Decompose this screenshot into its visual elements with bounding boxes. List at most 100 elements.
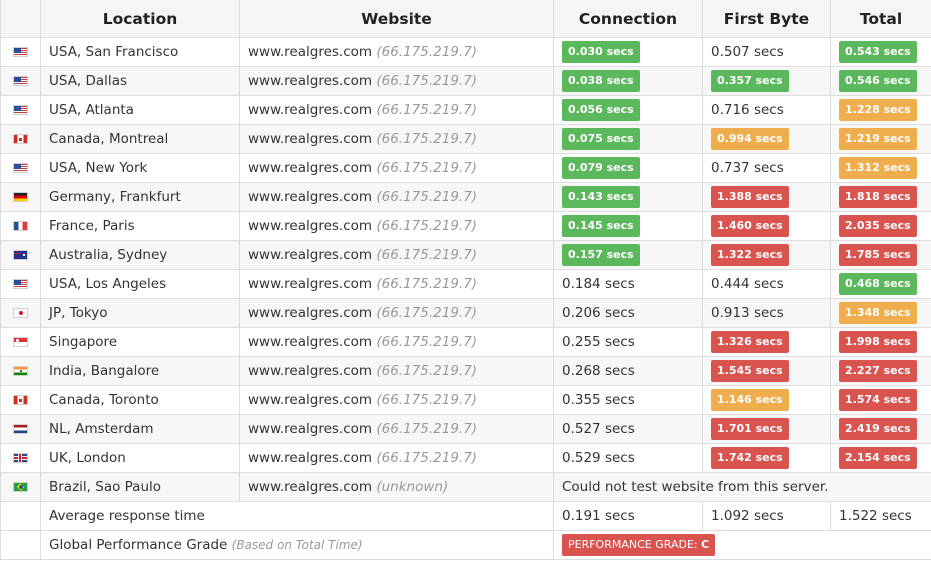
website-host[interactable]: www.realgres.com <box>248 102 372 118</box>
header-connection[interactable]: Connection <box>553 0 703 38</box>
total-cell: 0.543 secs <box>830 37 931 67</box>
website-host[interactable]: www.realgres.com <box>248 73 372 89</box>
first-byte-value: 0.507 secs <box>711 44 784 60</box>
flag-icon <box>13 482 28 492</box>
connection-value: 0.030 secs <box>562 41 640 63</box>
website-ip: (66.175.219.7) <box>376 44 478 60</box>
location-cell: India, Bangalore <box>40 356 240 386</box>
first-byte-cell: 0.357 secs <box>702 66 831 96</box>
website-host[interactable]: www.realgres.com <box>248 131 372 147</box>
total-cell: 1.348 secs <box>830 298 931 328</box>
grade-badge-cell: PERFORMANCE GRADE: C <box>553 530 931 560</box>
location-cell: USA, San Francisco <box>40 37 240 67</box>
flag-cell <box>0 153 41 183</box>
total-cell: 0.468 secs <box>830 269 931 299</box>
website-cell: www.realgres.com (66.175.219.7) <box>239 269 554 299</box>
website-ip: (66.175.219.7) <box>376 305 478 321</box>
website-cell: www.realgres.com (66.175.219.7) <box>239 153 554 183</box>
website-host[interactable]: www.realgres.com <box>248 392 372 408</box>
website-cell: www.realgres.com (66.175.219.7) <box>239 37 554 67</box>
connection-value: 0.056 secs <box>562 99 640 121</box>
flag-icon <box>13 76 28 86</box>
website-ip: (66.175.219.7) <box>376 421 478 437</box>
grade-label: Global Performance Grade <box>49 537 228 553</box>
first-byte-value: 0.913 secs <box>711 305 784 321</box>
website-host[interactable]: www.realgres.com <box>248 218 372 234</box>
header-row: Location Website Connection First Byte T… <box>0 0 931 38</box>
table-row: NL, Amsterdam www.realgres.com (66.175.21… <box>0 414 931 444</box>
connection-cell: 0.157 secs <box>553 240 703 270</box>
first-byte-value: 1.388 secs <box>711 186 789 208</box>
first-byte-cell: 0.444 secs <box>702 269 831 299</box>
connection-value: 0.255 secs <box>562 334 635 350</box>
total-value: 1.998 secs <box>839 331 917 353</box>
first-byte-value: 0.737 secs <box>711 160 784 176</box>
total-value: 0.546 secs <box>839 70 917 92</box>
header-website[interactable]: Website <box>239 0 554 38</box>
total-cell: 1.818 secs <box>830 182 931 212</box>
website-host[interactable]: www.realgres.com <box>248 334 372 350</box>
location-cell: Australia, Sydney <box>40 240 240 270</box>
total-value: 2.227 secs <box>839 360 917 382</box>
website-host[interactable]: www.realgres.com <box>248 305 372 321</box>
website-host[interactable]: www.realgres.com <box>248 479 372 495</box>
location-cell: NL, Amsterdam <box>40 414 240 444</box>
flag-icon <box>13 308 28 318</box>
flag-cell <box>0 211 41 241</box>
location-cell: Brazil, Sao Paulo <box>40 472 240 502</box>
grade-badge-label: PERFORMANCE GRADE: <box>568 538 698 551</box>
website-host[interactable]: www.realgres.com <box>248 363 372 379</box>
header-total[interactable]: Total <box>830 0 931 38</box>
header-first-byte[interactable]: First Byte <box>702 0 831 38</box>
first-byte-cell: 1.322 secs <box>702 240 831 270</box>
connection-cell: 0.206 secs <box>553 298 703 328</box>
connection-cell: 0.056 secs <box>553 95 703 125</box>
website-host[interactable]: www.realgres.com <box>248 160 372 176</box>
website-host[interactable]: www.realgres.com <box>248 421 372 437</box>
connection-value: 0.157 secs <box>562 244 640 266</box>
website-ip: (66.175.219.7) <box>376 102 478 118</box>
average-connection: 0.191 secs <box>553 501 703 531</box>
first-byte-value: 1.545 secs <box>711 360 789 382</box>
website-host[interactable]: www.realgres.com <box>248 450 372 466</box>
table-row: India, Bangalore www.realgres.com (66.175… <box>0 356 931 386</box>
location-cell: Canada, Montreal <box>40 124 240 154</box>
connection-cell: 0.255 secs <box>553 327 703 357</box>
table-row: Canada, Montreal www.realgres.com (66.175… <box>0 124 931 154</box>
website-cell: www.realgres.com (66.175.219.7) <box>239 124 554 154</box>
connection-cell: 0.079 secs <box>553 153 703 183</box>
connection-cell: 0.145 secs <box>553 211 703 241</box>
first-byte-cell: 0.507 secs <box>702 37 831 67</box>
website-host[interactable]: www.realgres.com <box>248 247 372 263</box>
flag-cell <box>0 298 41 328</box>
website-cell: www.realgres.com (66.175.219.7) <box>239 211 554 241</box>
location-cell: Canada, Toronto <box>40 385 240 415</box>
connection-cell: 0.527 secs <box>553 414 703 444</box>
total-value: 1.312 secs <box>839 157 917 179</box>
first-byte-cell: 0.913 secs <box>702 298 831 328</box>
connection-cell: 0.075 secs <box>553 124 703 154</box>
first-byte-value: 1.701 secs <box>711 418 789 440</box>
website-host[interactable]: www.realgres.com <box>248 276 372 292</box>
flag-cell <box>0 472 41 502</box>
grade-label-cell: Global Performance Grade (Based on Total… <box>40 530 554 560</box>
website-host[interactable]: www.realgres.com <box>248 189 372 205</box>
total-value: 1.228 secs <box>839 99 917 121</box>
table-row: USA, Atlanta www.realgres.com (66.175.219… <box>0 95 931 125</box>
error-message: Could not test website from this server. <box>553 472 931 502</box>
location-cell: Germany, Frankfurt <box>40 182 240 212</box>
website-host[interactable]: www.realgres.com <box>248 44 372 60</box>
first-byte-cell: 1.701 secs <box>702 414 831 444</box>
flag-icon <box>13 47 28 57</box>
first-byte-value: 0.994 secs <box>711 128 789 150</box>
connection-value: 0.527 secs <box>562 421 635 437</box>
table-row: France, Paris www.realgres.com (66.175.21… <box>0 211 931 241</box>
header-location[interactable]: Location <box>40 0 240 38</box>
flag-icon <box>13 192 28 202</box>
table-row: Australia, Sydney www.realgres.com (66.17… <box>0 240 931 270</box>
connection-cell: 0.355 secs <box>553 385 703 415</box>
website-cell: www.realgres.com (66.175.219.7) <box>239 240 554 270</box>
flag-icon <box>13 279 28 289</box>
flag-icon <box>13 424 28 434</box>
total-cell: 1.574 secs <box>830 385 931 415</box>
